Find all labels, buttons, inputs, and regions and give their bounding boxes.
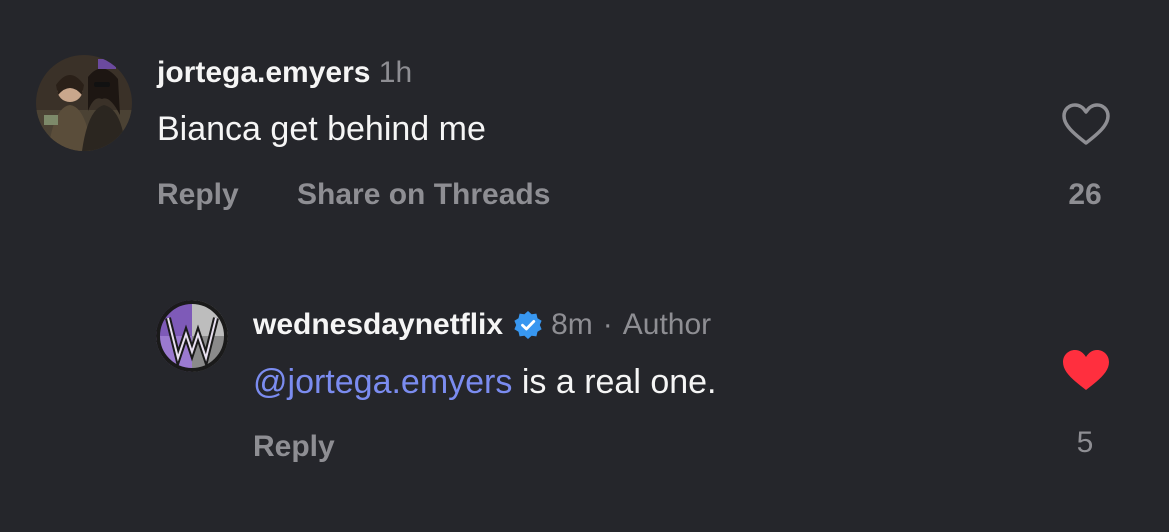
avatar-logo <box>156 300 228 372</box>
author-label: Author <box>622 308 712 341</box>
comment-time: 8m <box>551 308 593 341</box>
comment-text: @jortega.emyers is a real one. <box>253 363 717 402</box>
share-on-threads-button[interactable]: Share on Threads <box>297 178 550 212</box>
like-count: 26 <box>1068 178 1102 211</box>
reply-button[interactable]: Reply <box>253 430 335 464</box>
comment-header: jortega.emyers 1h <box>157 56 412 90</box>
avatar-jortega[interactable] <box>36 55 132 151</box>
meta-separator: · <box>602 308 613 341</box>
comment-header: wednesdaynetflix 8m · Author <box>253 308 711 342</box>
like-count: 5 <box>1076 426 1094 459</box>
username-link[interactable]: jortega.emyers <box>157 56 370 89</box>
comment-time: 1h <box>378 56 413 89</box>
heart-filled-icon[interactable] <box>1061 348 1111 392</box>
avatar-wednesdaynetflix[interactable] <box>156 300 228 372</box>
username-link[interactable]: wednesdaynetflix <box>253 308 503 342</box>
reply-button[interactable]: Reply <box>157 178 239 212</box>
verified-badge-icon <box>513 310 543 340</box>
heart-outline-icon[interactable] <box>1061 102 1111 146</box>
avatar-photo <box>36 55 132 151</box>
mention-link[interactable]: @jortega.emyers <box>253 363 512 401</box>
comment-text: Bianca get behind me <box>157 110 486 148</box>
comment-body: is a real one. <box>512 363 717 401</box>
